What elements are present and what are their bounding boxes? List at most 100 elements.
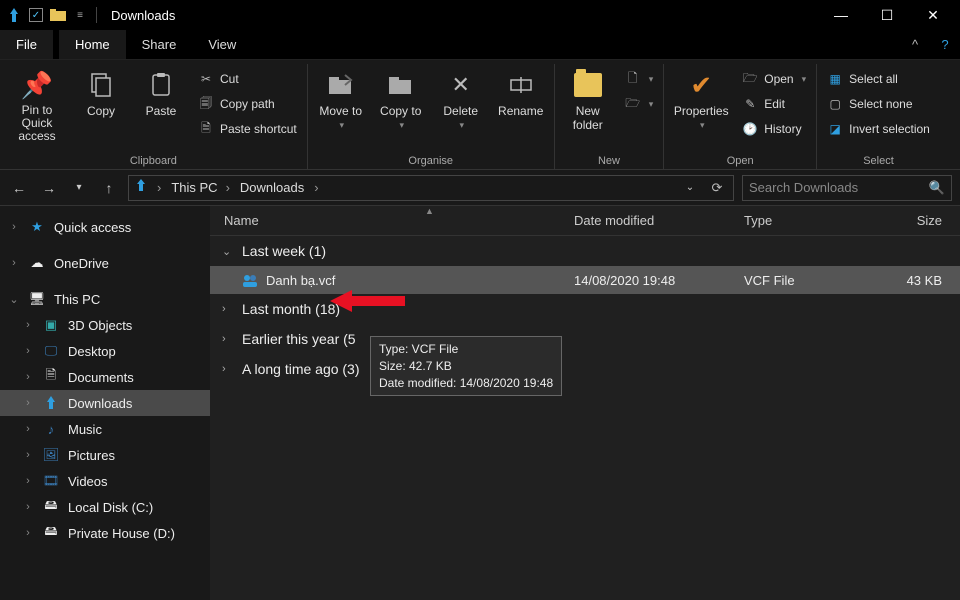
sidebar-item-private-house-d[interactable]: ›🖴Private House (D:)	[0, 520, 210, 546]
nav-bar: ← → ▾ ↑ This PC Downloads ⌄ ⟳ 🔍	[0, 170, 960, 206]
address-history-button[interactable]: ⌄	[679, 177, 701, 199]
back-button[interactable]: ←	[8, 177, 30, 199]
refresh-button[interactable]: ⟳	[705, 180, 729, 196]
open-button[interactable]: 🗁Open▾	[738, 68, 810, 90]
sidebar-item-documents[interactable]: ›🗎Documents	[0, 364, 210, 390]
pc-icon: 🖥	[28, 291, 46, 307]
select-all-label: Select all	[849, 72, 898, 86]
tab-home[interactable]: Home	[59, 30, 126, 59]
ribbon: 📌 Pin to Quick access Copy Paste ✂Cut 🗐C…	[0, 60, 960, 170]
sidebar-item-local-disk-c[interactable]: ›🖴Local Disk (C:)	[0, 494, 210, 520]
sidebar-item-label: 3D Objects	[68, 318, 132, 333]
group-last-week[interactable]: ⌄Last week (1)	[210, 236, 960, 266]
file-tooltip: Type: VCF File Size: 42.7 KB Date modifi…	[370, 336, 562, 396]
easy-access-button[interactable]: 🗁▾	[621, 93, 658, 115]
pin-label: Pin to Quick access	[6, 104, 68, 144]
qat-folder-icon[interactable]	[50, 7, 66, 23]
select-none-button[interactable]: ▢Select none	[823, 93, 934, 115]
edit-button[interactable]: ✎ Edit	[738, 93, 810, 115]
documents-icon: 🗎	[42, 366, 60, 388]
search-box[interactable]: 🔍	[742, 175, 952, 201]
new-folder-icon	[571, 68, 605, 102]
downloads-icon	[42, 396, 60, 410]
group-earlier-this-year[interactable]: ›Earlier this year (5	[210, 324, 960, 354]
sidebar-item-downloads[interactable]: ›Downloads	[0, 390, 210, 416]
properties-button[interactable]: ✔ Properties▾	[670, 66, 732, 131]
group-a-long-time-ago[interactable]: ›A long time ago (3)	[210, 354, 960, 384]
chevron-right-icon: ›	[222, 363, 234, 375]
column-header-type[interactable]: Type	[730, 213, 870, 228]
new-folder-button[interactable]: New folder	[561, 66, 615, 132]
maximize-button[interactable]: ☐	[864, 0, 910, 30]
sidebar-onedrive-label: OneDrive	[54, 256, 109, 271]
paste-shortcut-button[interactable]: 🗎Paste shortcut	[194, 118, 301, 140]
file-name: Danh bạ.vcf	[266, 273, 335, 288]
crumb-root[interactable]: This PC	[171, 180, 217, 195]
copy-to-label: Copy to	[380, 104, 421, 118]
sidebar-item-desktop[interactable]: ›🖵Desktop	[0, 338, 210, 364]
delete-button[interactable]: ✕ Delete▾	[434, 66, 488, 131]
file-list[interactable]: ⌄Last week (1) Danh bạ.vcf 14/08/2020 19…	[210, 236, 960, 600]
nav-sidebar: ›★Quick access ›☁OneDrive ⌄🖥This PC ›▣3D…	[0, 206, 210, 600]
edit-label: Edit	[764, 97, 785, 111]
sidebar-onedrive[interactable]: ›☁OneDrive	[0, 250, 210, 276]
tab-share[interactable]: Share	[126, 30, 193, 59]
select-all-button[interactable]: ▦ Select all	[823, 68, 934, 90]
tab-view[interactable]: View	[192, 30, 252, 59]
file-type: VCF File	[730, 273, 870, 288]
delete-icon: ✕	[444, 68, 478, 102]
sidebar-item-3d-objects[interactable]: ›▣3D Objects	[0, 312, 210, 338]
sidebar-quick-access[interactable]: ›★Quick access	[0, 214, 210, 240]
invert-selection-button[interactable]: ◪Invert selection	[823, 118, 934, 140]
sidebar-item-label: Videos	[68, 474, 108, 489]
cut-button[interactable]: ✂Cut	[194, 68, 301, 90]
group-label: Last week (1)	[242, 243, 326, 259]
recent-locations-button[interactable]: ▾	[68, 177, 90, 199]
copy-label: Copy	[87, 104, 115, 118]
minimize-button[interactable]: —	[818, 0, 864, 30]
move-to-button[interactable]: Move to▾	[314, 66, 368, 131]
search-input[interactable]	[749, 180, 929, 195]
cut-label: Cut	[220, 72, 239, 86]
sidebar-this-pc[interactable]: ⌄🖥This PC	[0, 286, 210, 312]
crumb-folder[interactable]: Downloads	[240, 180, 304, 195]
tab-file[interactable]: File	[0, 30, 53, 59]
history-button[interactable]: 🕑History	[738, 118, 810, 140]
edit-icon: ✎	[742, 96, 758, 112]
help-icon[interactable]: ?	[930, 30, 960, 59]
sidebar-item-music[interactable]: ›♪Music	[0, 416, 210, 442]
star-icon: ★	[28, 219, 46, 235]
address-bar[interactable]: This PC Downloads ⌄ ⟳	[128, 175, 734, 201]
qat-dropdown-icon[interactable]: ≡	[72, 7, 88, 23]
address-folder-icon	[133, 179, 149, 196]
ribbon-collapse-icon[interactable]: ^	[900, 30, 930, 59]
qat-properties-icon[interactable]: ✓	[28, 7, 44, 23]
easy-access-icon: 🗁	[625, 96, 641, 112]
sidebar-item-label: Private House (D:)	[68, 526, 175, 541]
pin-icon: 📌	[20, 68, 54, 102]
copy-button[interactable]: Copy	[74, 66, 128, 118]
copy-path-button[interactable]: 🗐Copy path	[194, 93, 301, 115]
disk-icon: 🖴	[42, 522, 60, 544]
open-label: Open	[764, 72, 793, 86]
new-item-button[interactable]: 🗋▾	[621, 68, 658, 90]
group-last-month[interactable]: ›Last month (18)	[210, 294, 960, 324]
close-button[interactable]: ✕	[910, 0, 956, 30]
paste-button[interactable]: Paste	[134, 66, 188, 118]
tooltip-date: Date modified: 14/08/2020 19:48	[379, 375, 553, 392]
column-header-size[interactable]: Size	[870, 213, 960, 228]
rename-button[interactable]: Rename	[494, 66, 548, 118]
select-all-icon: ▦	[827, 71, 843, 87]
copy-to-button[interactable]: Copy to▾	[374, 66, 428, 131]
sidebar-item-label: Desktop	[68, 344, 116, 359]
file-row[interactable]: Danh bạ.vcf 14/08/2020 19:48 VCF File 43…	[210, 266, 960, 294]
sidebar-item-videos[interactable]: ›🎞Videos	[0, 468, 210, 494]
column-header-date[interactable]: Date modified	[560, 213, 730, 228]
select-group-label: Select	[863, 152, 894, 169]
chevron-right-icon: ›	[222, 303, 234, 315]
up-button[interactable]: ↑	[98, 177, 120, 199]
sidebar-item-pictures[interactable]: ›🖼Pictures	[0, 442, 210, 468]
pin-to-quick-access-button[interactable]: 📌 Pin to Quick access	[6, 66, 68, 144]
column-header-name[interactable]: Name	[210, 213, 560, 228]
forward-button[interactable]: →	[38, 177, 60, 199]
